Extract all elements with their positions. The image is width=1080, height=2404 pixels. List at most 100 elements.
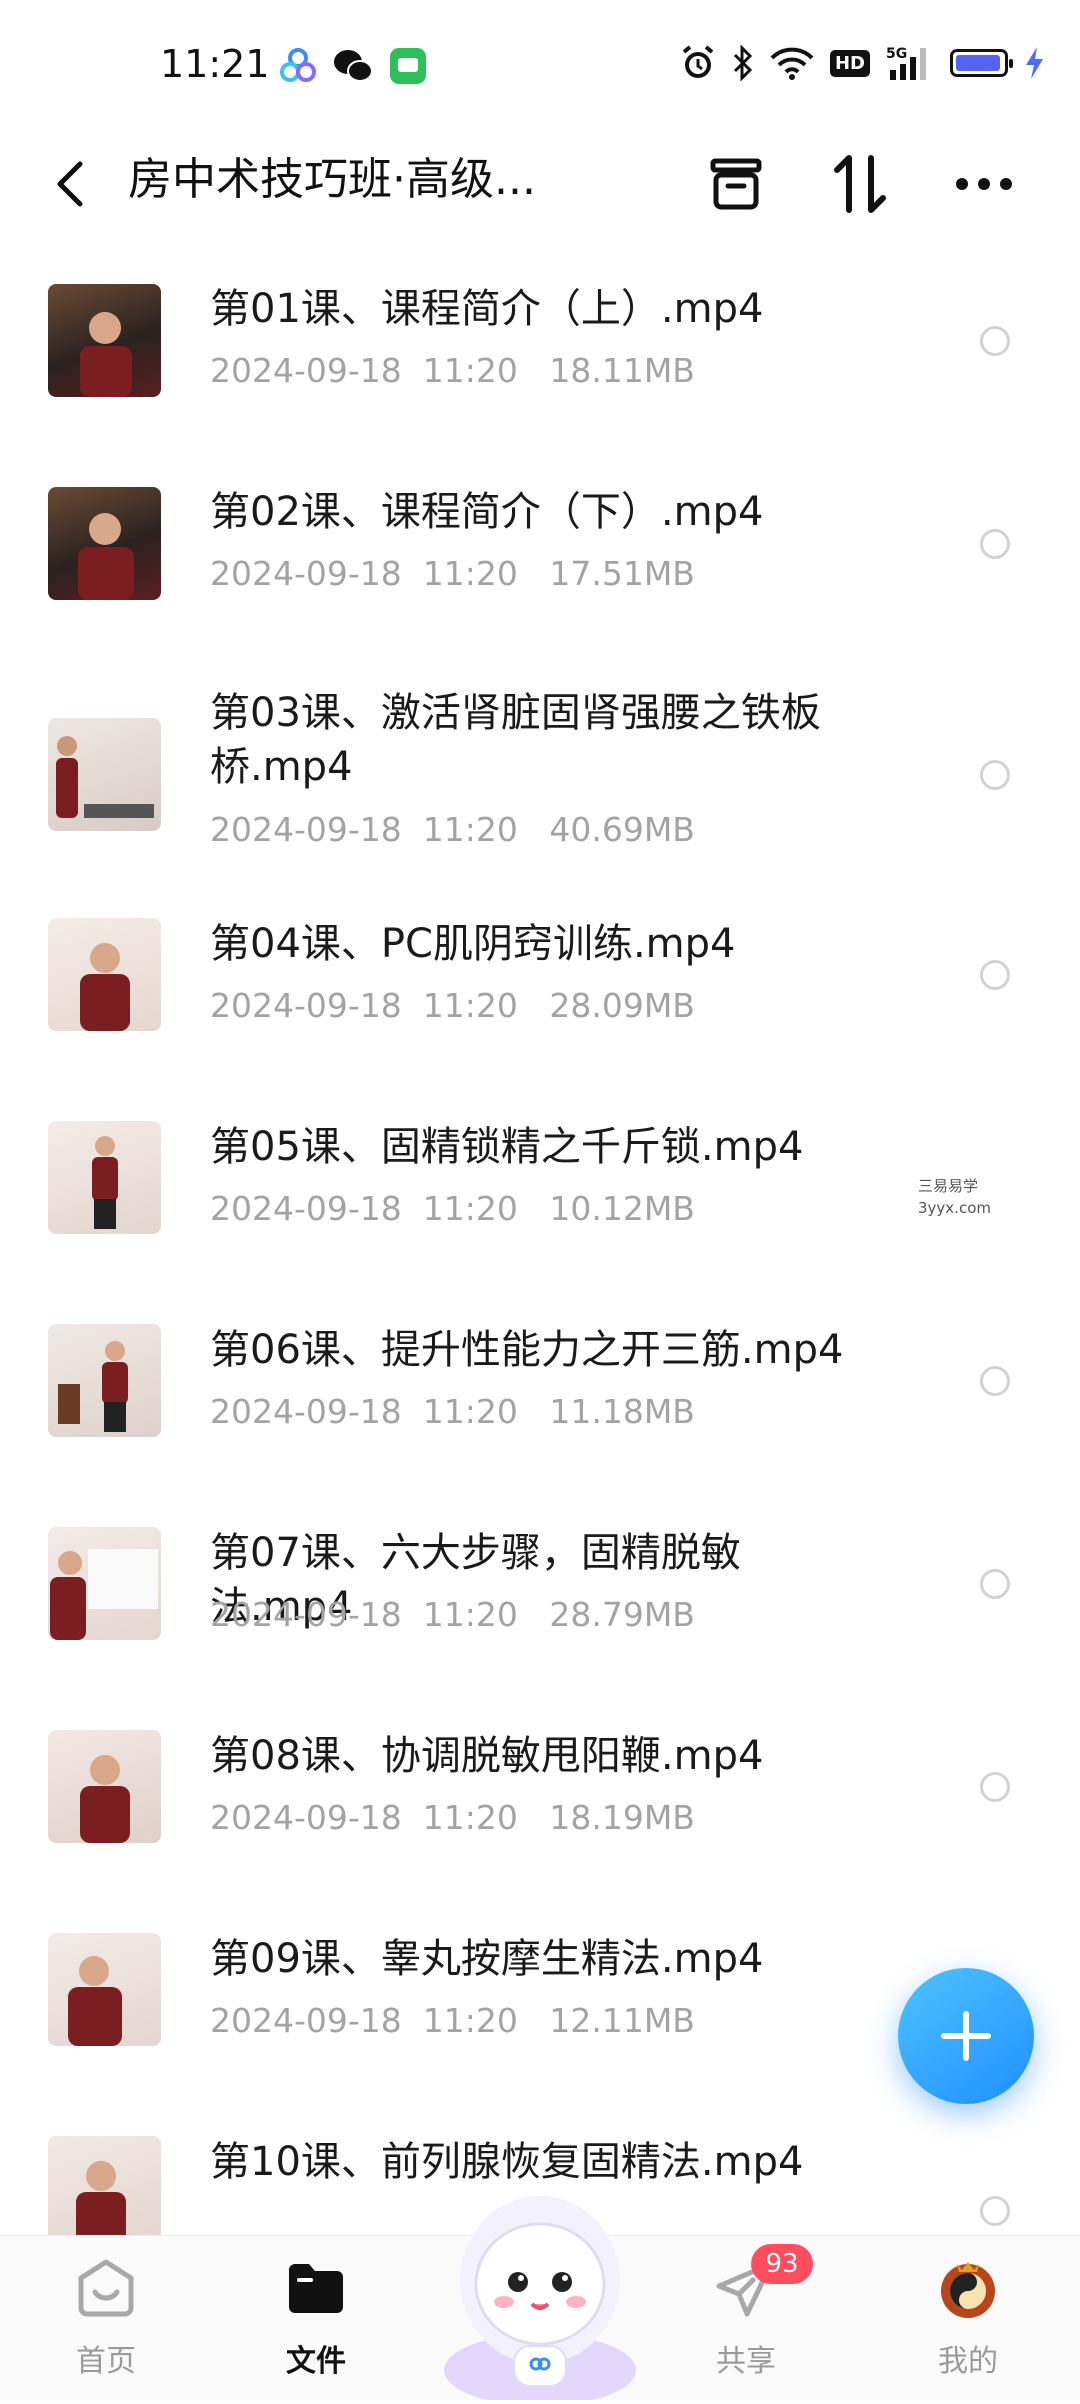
nav-share[interactable]: 93 共享 xyxy=(676,2244,816,2380)
more-button[interactable] xyxy=(944,144,1024,224)
file-size: 17.51MB xyxy=(549,554,695,593)
file-date: 2024-09-18 11:20 xyxy=(210,986,518,1025)
nav-files-label: 文件 xyxy=(286,2344,346,2379)
file-row[interactable]: 第06课、提升性能力之开三筋.mp4 2024-09-18 11:20 11.1… xyxy=(0,1309,1080,1512)
share-badge: 93 xyxy=(751,2244,813,2284)
file-row[interactable]: 第01课、课程简介（上）.mp4 2024-09-18 11:20 18.11M… xyxy=(0,240,1080,443)
system-icons: HD 5G xyxy=(680,44,1044,82)
watermark-line2: 3yyx.com xyxy=(918,1199,991,1217)
pinwheel-app-icon xyxy=(280,48,316,82)
file-date: 2024-09-18 11:20 xyxy=(210,1595,518,1634)
file-meta: 2024-09-18 11:20 28.79MB xyxy=(210,1595,695,1634)
file-date: 2024-09-18 11:20 xyxy=(210,1392,518,1431)
watermark-line1: 三易易学 xyxy=(918,1177,979,1195)
file-row[interactable]: 第08课、协调脱敏甩阳鞭.mp4 2024-09-18 11:20 18.19M… xyxy=(0,1715,1080,1918)
file-meta: 2024-09-18 11:20 12.11MB xyxy=(210,2001,695,2040)
file-size: 28.79MB xyxy=(549,1595,695,1634)
folder-icon xyxy=(289,2264,343,2313)
hd-badge: HD xyxy=(829,49,870,77)
video-thumbnail xyxy=(48,1730,161,1843)
select-radio[interactable] xyxy=(980,326,1010,356)
file-name: 第05课、固精锁精之千斤锁.mp4 xyxy=(210,1124,804,1170)
avatar-icon xyxy=(941,2262,995,2318)
add-button[interactable] xyxy=(898,1968,1034,2104)
video-thumbnail xyxy=(48,2136,161,2235)
battery-icon xyxy=(950,49,1013,77)
more-icon xyxy=(956,178,1012,190)
file-size: 40.69MB xyxy=(549,810,695,849)
file-list: 第01课、课程简介（上）.mp4 2024-09-18 11:20 18.11M… xyxy=(0,240,1080,2235)
header: 房中术技巧班·高级... xyxy=(0,130,1080,240)
file-name: 第06课、提升性能力之开三筋.mp4 xyxy=(210,1327,844,1373)
file-date: 2024-09-18 11:20 xyxy=(210,1798,518,1837)
file-size: 11.18MB xyxy=(549,1392,695,1431)
file-meta: 2024-09-18 11:20 40.69MB xyxy=(210,810,695,849)
file-meta: 2024-09-18 11:20 17.51MB xyxy=(210,554,695,593)
bluetooth-icon xyxy=(733,45,753,81)
file-size: 12.11MB xyxy=(549,2001,695,2040)
notification-icons xyxy=(278,46,428,86)
status-bar: 11:21 HD 5G xyxy=(0,0,1080,130)
watermark: 三易易学 3yyx.com xyxy=(918,1175,991,1219)
file-name: 第01课、课程简介（上）.mp4 xyxy=(210,286,764,332)
back-icon[interactable] xyxy=(50,154,90,214)
alarm-icon xyxy=(682,45,714,78)
file-date: 2024-09-18 11:20 xyxy=(210,1189,518,1228)
file-meta: 2024-09-18 11:20 18.19MB xyxy=(210,1798,695,1837)
nav-share-label: 共享 xyxy=(716,2344,776,2379)
archive-button[interactable] xyxy=(696,144,776,224)
plus-icon xyxy=(941,2011,991,2061)
charging-icon xyxy=(1026,47,1043,79)
select-radio[interactable] xyxy=(980,960,1010,990)
file-row[interactable]: 第03课、激活肾脏固肾强腰之铁板桥.mp4 2024-09-18 11:20 4… xyxy=(0,646,1080,903)
file-date: 2024-09-18 11:20 xyxy=(210,554,518,593)
message-app-icon xyxy=(390,48,426,84)
file-size: 28.09MB xyxy=(549,986,695,1025)
file-size: 10.12MB xyxy=(549,1189,695,1228)
file-size: 18.19MB xyxy=(549,1798,695,1837)
file-name: 第08课、协调脱敏甩阳鞭.mp4 xyxy=(210,1733,764,1779)
file-meta: 2024-09-18 11:20 18.11MB xyxy=(210,351,695,390)
file-name: 第03课、激活肾脏固肾强腰之铁板桥.mp4 xyxy=(210,690,821,790)
file-meta: 2024-09-18 11:20 10.12MB xyxy=(210,1189,695,1228)
video-thumbnail xyxy=(48,1527,161,1640)
video-thumbnail xyxy=(48,918,161,1031)
file-name: 第02课、课程简介（下）.mp4 xyxy=(210,489,764,535)
video-thumbnail xyxy=(48,1324,161,1437)
file-row[interactable]: 第07课、六大步骤，固精脱敏法.mp4 2024-09-18 11:20 28.… xyxy=(0,1512,1080,1715)
video-thumbnail xyxy=(48,1121,161,1234)
archive-icon xyxy=(710,158,762,210)
file-name: 第09课、睾丸按摩生精法.mp4 xyxy=(210,1936,764,1982)
sort-icon xyxy=(834,155,886,213)
select-radio[interactable] xyxy=(980,529,1010,559)
nav-mine[interactable]: 我的 xyxy=(898,2256,1038,2380)
select-radio[interactable] xyxy=(980,760,1010,790)
svg-text:5G: 5G xyxy=(886,46,907,62)
video-thumbnail xyxy=(48,284,161,397)
file-name: 第04课、PC肌阴窍训练.mp4 xyxy=(210,921,736,967)
cellular-signal-icon: 5G xyxy=(886,46,926,80)
sort-button[interactable] xyxy=(820,144,900,224)
file-date: 2024-09-18 11:20 xyxy=(210,2001,518,2040)
file-date: 2024-09-18 11:20 xyxy=(210,351,518,390)
video-thumbnail xyxy=(48,718,161,831)
page-title: 房中术技巧班·高级... xyxy=(128,154,536,205)
file-meta: 2024-09-18 11:20 28.09MB xyxy=(210,986,695,1025)
file-size: 18.11MB xyxy=(549,351,695,390)
select-radio[interactable] xyxy=(980,1772,1010,1802)
video-thumbnail xyxy=(48,1933,161,2046)
nav-files[interactable]: 文件 xyxy=(246,2256,386,2380)
home-icon xyxy=(78,2259,134,2317)
wechat-icon xyxy=(334,50,373,82)
nav-home-label: 首页 xyxy=(76,2344,136,2379)
wifi-icon xyxy=(770,47,814,80)
file-meta: 2024-09-18 11:20 11.18MB xyxy=(210,1392,695,1431)
video-thumbnail xyxy=(48,487,161,600)
mascot-ai-button[interactable] xyxy=(426,2170,654,2404)
select-radio[interactable] xyxy=(980,2196,1010,2226)
file-row[interactable]: 第04课、PC肌阴窍训练.mp4 2024-09-18 11:20 28.09M… xyxy=(0,903,1080,1106)
select-radio[interactable] xyxy=(980,1366,1010,1396)
nav-home[interactable]: 首页 xyxy=(36,2256,176,2380)
file-row[interactable]: 第02课、课程简介（下）.mp4 2024-09-18 11:20 17.51M… xyxy=(0,443,1080,646)
select-radio[interactable] xyxy=(980,1569,1010,1599)
